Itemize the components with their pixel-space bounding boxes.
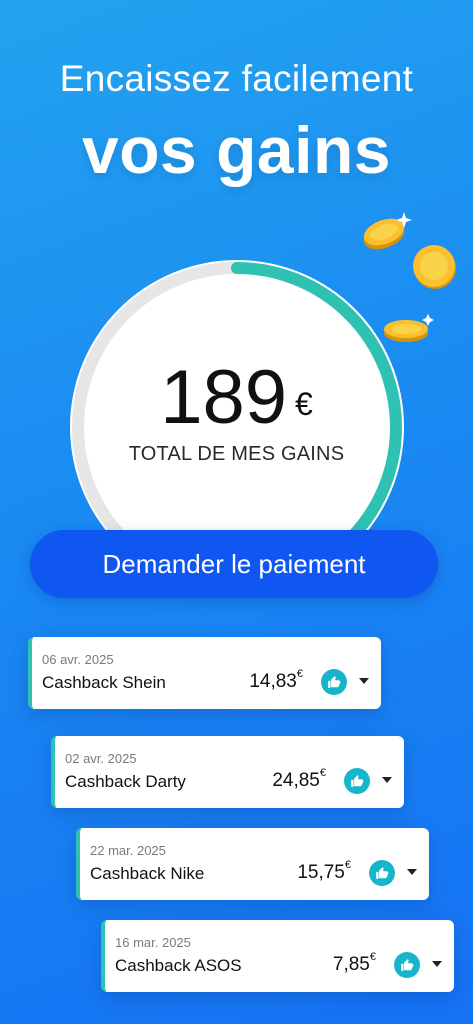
transaction-date: 16 mar. 2025 xyxy=(115,935,191,950)
expand-chevron-down-icon[interactable] xyxy=(359,678,369,684)
amount-currency: € xyxy=(344,859,351,871)
transaction-card[interactable]: 06 avr. 2025 Cashback Shein 14,83€ xyxy=(28,637,381,709)
thumbs-up-icon xyxy=(344,768,370,794)
total-label: TOTAL DE MES GAINS xyxy=(128,443,345,465)
transaction-amount: 7,85€ xyxy=(332,951,376,976)
transaction-amount: 15,75€ xyxy=(297,859,351,884)
request-payment-button[interactable]: Demander le paiement xyxy=(30,530,438,598)
total-amount: 189 € xyxy=(0,358,473,438)
thumbs-up-icon xyxy=(369,860,395,886)
amount-currency: € xyxy=(296,668,303,680)
expand-chevron-down-icon[interactable] xyxy=(382,777,392,783)
expand-chevron-down-icon[interactable] xyxy=(432,961,442,967)
amount-value: 7,85 xyxy=(332,954,370,975)
transaction-date: 02 avr. 2025 xyxy=(65,751,137,766)
transaction-amount: 14,83€ xyxy=(249,668,303,693)
transaction-date: 06 avr. 2025 xyxy=(42,652,114,667)
headline-line-1: Encaissez facilement xyxy=(59,58,414,99)
transaction-title: Cashback Shein xyxy=(42,673,166,692)
total-currency: € xyxy=(295,386,313,422)
thumbs-up-icon xyxy=(321,669,347,695)
amount-currency: € xyxy=(369,951,376,963)
amount-value: 24,85 xyxy=(272,770,320,791)
amount-value: 14,83 xyxy=(249,671,297,692)
transaction-title: Cashback ASOS xyxy=(115,956,242,975)
amount-value: 15,75 xyxy=(297,862,345,883)
total-amount-value: 189 xyxy=(160,355,287,440)
transaction-title: Cashback Nike xyxy=(90,864,205,883)
headline-line-2: vos gains xyxy=(82,113,391,187)
transaction-card[interactable]: 16 mar. 2025 Cashback ASOS 7,85€ xyxy=(101,920,454,992)
transaction-card[interactable]: 02 avr. 2025 Cashback Darty 24,85€ xyxy=(51,736,404,808)
coin-icon xyxy=(363,212,412,250)
transaction-amount: 24,85€ xyxy=(272,767,326,792)
amount-currency: € xyxy=(319,767,326,779)
transaction-card[interactable]: 22 mar. 2025 Cashback Nike 15,75€ xyxy=(76,828,429,900)
thumbs-up-icon xyxy=(394,952,420,978)
transaction-title: Cashback Darty xyxy=(65,772,186,791)
coin-icon xyxy=(413,245,456,289)
transaction-date: 22 mar. 2025 xyxy=(90,843,166,858)
expand-chevron-down-icon[interactable] xyxy=(407,869,417,875)
